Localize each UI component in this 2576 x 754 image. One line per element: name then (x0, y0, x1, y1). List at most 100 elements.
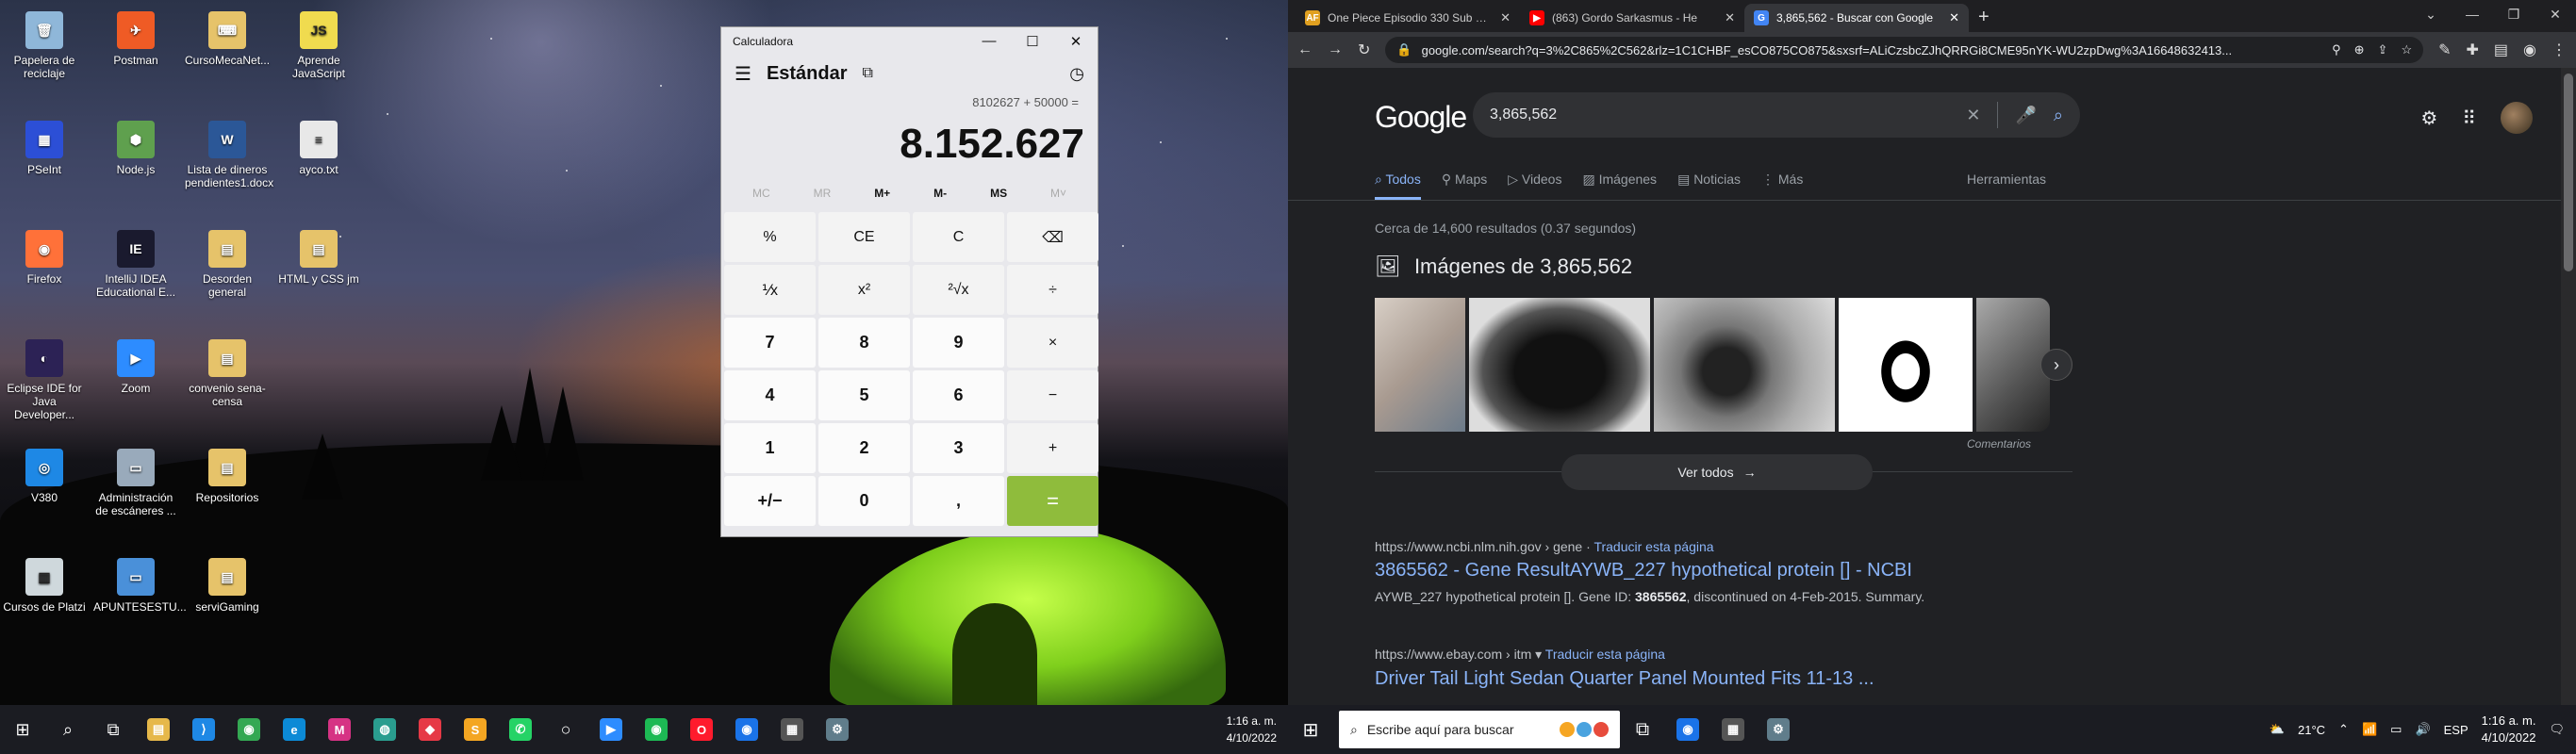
calc-key[interactable]: 4 (724, 370, 816, 420)
address-bar[interactable]: 🔒 google.com/search?q=3%2C865%2C562&rlz=… (1385, 37, 2424, 63)
calc-key[interactable]: + (1007, 423, 1098, 473)
memory-button[interactable]: MR (814, 187, 832, 200)
calc-key[interactable]: x² (818, 265, 910, 315)
close-icon[interactable]: ✕ (2535, 0, 2576, 28)
browser-tab[interactable]: ▶ (863) Gordo Sarkasmus - He ✕ (1520, 4, 1744, 32)
chrome-icon[interactable]: ◉ (226, 705, 272, 754)
see-all-button[interactable]: Ver todos → (1561, 454, 1873, 490)
memory-button[interactable]: M˅ (1050, 187, 1066, 200)
settings-app-icon[interactable]: ⚙ (815, 705, 860, 754)
images-section-title[interactable]: Imágenes de 3,865,562 (1414, 254, 1632, 279)
settings-app-icon[interactable]: ⚙ (1756, 705, 1801, 754)
extension-icon[interactable]: ✎ (2438, 41, 2451, 59)
image-thumbnail[interactable] (1839, 298, 1973, 432)
minimize-icon[interactable]: — (967, 33, 1011, 50)
cortana-icon[interactable]: ○ (543, 705, 588, 754)
calc-key[interactable]: 7 (724, 318, 816, 368)
comments-link[interactable]: Comentarios (1967, 437, 2031, 451)
kebab-menu-icon[interactable]: ⋮ (2551, 41, 2567, 59)
apps-grid-icon[interactable]: ⠿ (2462, 107, 2476, 130)
chevron-up-icon[interactable]: ⌃ (2338, 722, 2349, 737)
calc-key[interactable]: 8 (818, 318, 910, 368)
maps-icon[interactable]: ◉ (724, 705, 769, 754)
clear-icon[interactable]: ✕ (1966, 106, 1980, 125)
translate-link[interactable]: Traducir esta página (1545, 647, 1665, 662)
image-thumbnail[interactable] (1976, 298, 2050, 432)
history-icon[interactable]: ◷ (1069, 64, 1084, 84)
back-icon[interactable]: ← (1297, 41, 1313, 58)
page-scrollbar[interactable] (2561, 68, 2576, 705)
calc-key[interactable]: CE (818, 212, 910, 262)
edge-icon[interactable]: e (272, 705, 317, 754)
desktop-icon[interactable]: ▶ Zoom (93, 339, 178, 395)
zoom-icon[interactable]: ▶ (588, 705, 634, 754)
menu-icon[interactable]: ☰ (735, 62, 751, 86)
language-indicator[interactable]: ESP (2444, 723, 2469, 737)
desktop-icon[interactable]: ✈ Postman (93, 11, 178, 67)
search-icon[interactable]: ⌕ (45, 705, 91, 754)
calculator-titlebar[interactable]: Calculadora — ☐ ✕ (721, 27, 1098, 56)
spotify-icon[interactable]: ◉ (634, 705, 679, 754)
sublime-icon[interactable]: S (453, 705, 498, 754)
tab-close-icon[interactable]: ✕ (1949, 10, 1959, 25)
search-icon[interactable]: ⌕ (2054, 106, 2063, 125)
desktop-icon[interactable]: ▭ Administración de escáneres ... (93, 449, 178, 517)
calc-key[interactable]: % (724, 212, 816, 262)
result-title[interactable]: Driver Tail Light Sedan Quarter Panel Mo… (1375, 668, 1874, 690)
search-tab[interactable]: ⚲ Maps (1442, 172, 1487, 200)
desktop-icon[interactable]: ▤ convenio sena-censa (185, 339, 270, 408)
restore-icon[interactable]: ❐ (2493, 0, 2535, 28)
app-red-icon[interactable]: ◆ (407, 705, 453, 754)
calc-key[interactable]: 0 (818, 476, 910, 526)
desktop-icon[interactable]: ▥ Cursos de Platzi (2, 558, 87, 614)
calc-key[interactable]: ²√x (913, 265, 1004, 315)
taskbar-search[interactable]: ⌕ Escribe aquí para buscar (1339, 711, 1620, 748)
app-m-icon[interactable]: M (317, 705, 362, 754)
desktop-icon[interactable]: ▭ APUNTESESTU... (93, 558, 187, 614)
avatar[interactable] (2501, 102, 2533, 134)
translate-link[interactable]: Traducir esta página (1593, 539, 1713, 554)
desktop-icon[interactable]: JS Aprende JavaScript (276, 11, 361, 80)
battery-icon[interactable]: ▭ (2390, 722, 2402, 737)
maximize-icon[interactable]: ☐ (1011, 33, 1054, 50)
whatsapp-icon[interactable]: ✆ (498, 705, 543, 754)
clock[interactable]: 1:16 a. m. 4/10/2022 (1227, 713, 1277, 746)
tab-close-icon[interactable]: ✕ (1500, 10, 1511, 25)
sidebar-icon[interactable]: ▤ (2494, 41, 2508, 59)
search-box[interactable]: 3,865,562 ✕ 🎤 ⌕ (1473, 92, 2080, 138)
keep-on-top-icon[interactable]: ⧉ (863, 65, 873, 82)
volume-icon[interactable]: 🔊 (2415, 722, 2430, 737)
network-icon[interactable]: 📶 (2362, 722, 2377, 737)
calc-key[interactable]: × (1007, 318, 1098, 368)
result-url[interactable]: https://www.ebay.com › itm (1375, 647, 1531, 662)
puzzle-icon[interactable]: ✚ (2467, 41, 2479, 59)
desktop-icon[interactable]: ▤ HTML y CSS jm (276, 230, 361, 286)
google-logo[interactable]: Google (1375, 100, 1467, 135)
weather-icon[interactable]: ⛅ (2270, 722, 2285, 737)
memory-button[interactable]: M+ (874, 187, 890, 200)
windows-start-icon[interactable]: ⊞ (1288, 705, 1333, 754)
browser-tab[interactable]: G 3,865,562 - Buscar con Google ✕ (1744, 4, 1969, 32)
search-tab[interactable]: ▨ Imágenes (1582, 172, 1657, 200)
search-tab[interactable]: ⌕ Todos (1375, 172, 1421, 200)
desktop-icon[interactable]: ≡ ayco.txt (276, 121, 361, 176)
calculator-window[interactable]: Calculadora — ☐ ✕ ☰ Estándar ⧉ ◷ 8102627… (720, 26, 1098, 537)
carousel-next-icon[interactable]: › (2040, 349, 2072, 381)
search-tab[interactable]: ▤ Noticias (1677, 172, 1741, 200)
calc-key[interactable]: ⅟x (724, 265, 816, 315)
search-tab[interactable]: ⋮ Más (1761, 172, 1803, 200)
calculator-icon[interactable]: ▦ (1710, 705, 1756, 754)
notifications-icon[interactable]: 🗨 (2549, 722, 2565, 737)
desktop-icon[interactable]: ⌨ CursoMecaNet... (185, 11, 270, 67)
forward-icon[interactable]: → (1328, 41, 1343, 58)
calc-key[interactable]: 2 (818, 423, 910, 473)
minimize-icon[interactable]: — (2452, 0, 2493, 28)
task-view-icon[interactable]: ⧉ (1620, 705, 1665, 754)
calc-key[interactable]: ⌫ (1007, 212, 1098, 262)
calc-key[interactable]: = (1007, 476, 1098, 526)
settings-gear-icon[interactable]: ⚙ (2420, 107, 2437, 130)
share-icon[interactable]: ⇪ (2378, 42, 2388, 57)
search-tab[interactable]: ▷ Videos (1508, 172, 1561, 200)
app-globe-icon[interactable]: ◍ (362, 705, 407, 754)
desktop-icon[interactable]: ▤ Repositorios (185, 449, 270, 504)
